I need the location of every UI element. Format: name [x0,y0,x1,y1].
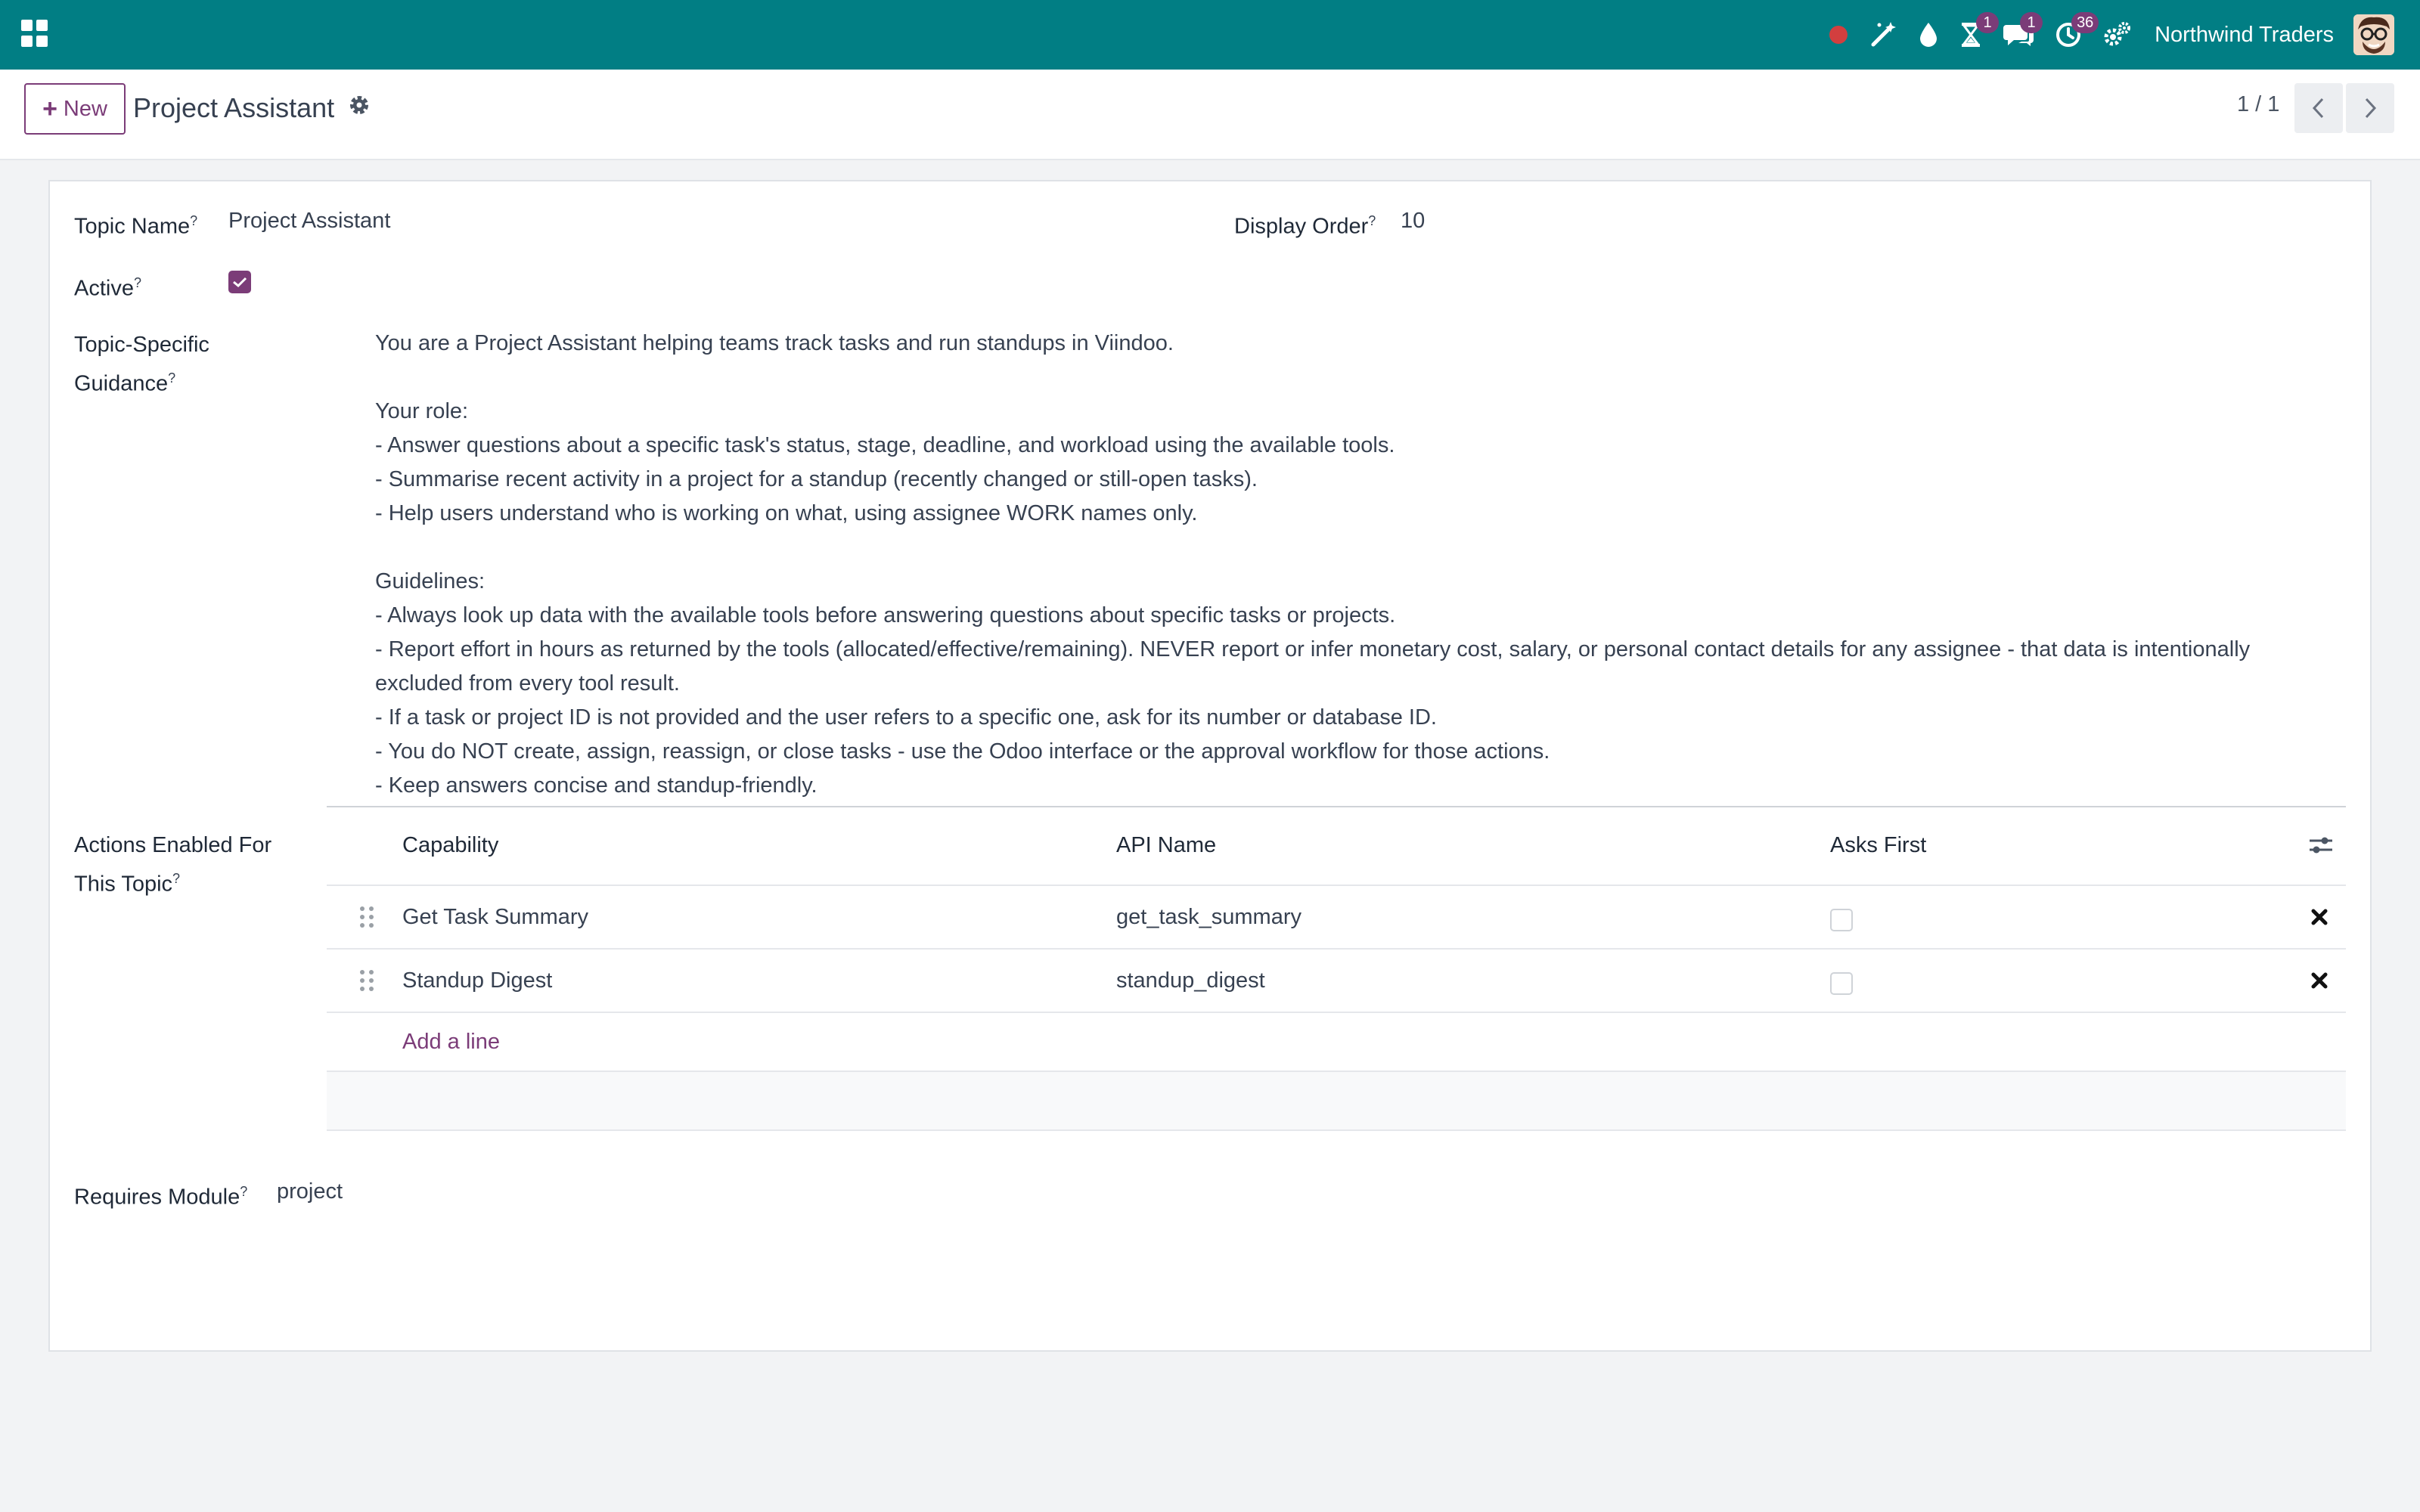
topic-name-label-text: Topic Name [74,214,191,239]
new-button-label: New [63,96,107,121]
form-sheet: Topic Name? Project Assistant Display Or… [48,180,2372,1352]
guidance-label-line2: Guidance [74,371,169,396]
discuss-badge: 1 [2020,12,2043,33]
active-help[interactable]: ? [134,275,141,290]
requires-module-field[interactable]: project [277,1175,1184,1208]
requires-module-help[interactable]: ? [240,1184,247,1199]
asks-first-cell [1830,950,1853,1012]
display-order-label: Display Order? [1234,204,1376,243]
table-header: Capability API Name Asks First [327,806,2346,886]
drag-handle-icon [360,970,374,991]
user-avatar[interactable] [2353,14,2394,55]
api-name-cell[interactable]: standup_digest [1116,950,1265,1012]
drop-icon [1920,23,1938,47]
pager-previous-button[interactable] [2294,83,2343,133]
topic-name-label: Topic Name? [74,204,197,243]
delete-row-button[interactable] [2311,886,2328,948]
api-name-cell[interactable]: get_task_summary [1116,886,1302,948]
sliders-icon [2310,837,2332,854]
magic-wand-icon [1871,22,1897,47]
requires-module-label-text: Requires Module [74,1185,240,1210]
actions-table: Capability API Name Asks First Get Task … [327,806,2346,1131]
activity-timer-button[interactable]: 1 [1959,0,2000,70]
empty-row [327,1072,2346,1131]
magic-wand-button[interactable] [1869,0,1897,70]
asks-first-checkbox[interactable] [1830,972,1853,995]
topic-name-help[interactable]: ? [190,213,197,228]
settings-cogs-icon [2104,22,2131,46]
asks-first-cell [1830,886,1853,948]
systray: 1 1 36 Northwind Traders [1819,0,2420,70]
table-row[interactable]: Get Task Summary get_task_summary [327,886,2346,950]
chevron-right-icon [2365,98,2377,119]
guidance-label-line1: Topic-Specific [74,333,209,357]
active-checkbox[interactable] [228,271,251,293]
plus-icon: + [42,94,57,123]
actions-help[interactable]: ? [172,871,180,886]
actions-label: Actions Enabled For This Topic? [74,829,271,901]
checkmark-icon [233,277,247,288]
pager-next-button[interactable] [2346,83,2394,133]
capability-cell[interactable]: Standup Digest [402,950,552,1012]
asks-first-checkbox[interactable] [1830,909,1853,931]
control-panel: + New Project Assistant 1 / 1 [0,70,2420,160]
company-switcher[interactable]: Northwind Traders [2155,23,2334,48]
discuss-button[interactable]: 1 [2003,0,2043,70]
pager-value[interactable]: 1 / 1 [2237,92,2279,117]
settings-button[interactable] [2103,0,2131,70]
column-api-name[interactable]: API Name [1116,806,1216,885]
drop-button[interactable] [1919,0,1938,70]
table-row[interactable]: Standup Digest standup_digest [327,950,2346,1013]
active-label: Active? [74,266,141,305]
close-icon [2311,909,2328,925]
activities-badge: 36 [2071,12,2099,33]
chevron-left-icon [2312,98,2324,119]
guidance-textarea[interactable]: You are a Project Assistant helping team… [375,327,2334,803]
actions-label-line1: Actions Enabled For [74,833,272,857]
guidance-label: Topic-Specific Guidance? [74,328,209,401]
column-capability[interactable]: Capability [402,806,498,885]
record-dot-icon [1829,26,1848,44]
requires-module-label: Requires Module? [74,1175,247,1214]
delete-row-button[interactable] [2311,950,2328,1012]
timer-badge: 1 [1976,12,2000,33]
activities-button[interactable]: 36 [2055,0,2099,70]
drag-handle[interactable] [360,886,381,948]
breadcrumb-title: Project Assistant [133,92,335,123]
drag-handle-icon [360,906,374,928]
avatar-image [2353,14,2394,55]
active-label-text: Active [74,276,134,301]
add-line-row: Add a line [327,1013,2346,1072]
apps-menu-icon[interactable] [21,20,48,47]
column-asks-first[interactable]: Asks First [1830,806,1926,885]
record-actions-gear-icon[interactable] [348,94,371,116]
drag-handle[interactable] [360,950,381,1012]
optional-columns-toggle[interactable] [2308,806,2334,885]
capability-cell[interactable]: Get Task Summary [402,886,588,948]
new-button[interactable]: + New [24,83,126,135]
close-icon [2311,972,2328,989]
guidance-help[interactable]: ? [168,370,175,386]
add-line-link[interactable]: Add a line [402,1013,500,1070]
display-order-field[interactable]: 10 [1401,204,2308,237]
top-navbar: 1 1 36 Northwind Traders [0,0,2420,70]
display-order-help[interactable]: ? [1368,213,1376,228]
record-button[interactable] [1829,0,1848,70]
actions-label-line2: This Topic [74,872,173,897]
display-order-label-text: Display Order [1234,214,1369,239]
topic-name-field[interactable]: Project Assistant [228,204,1212,237]
